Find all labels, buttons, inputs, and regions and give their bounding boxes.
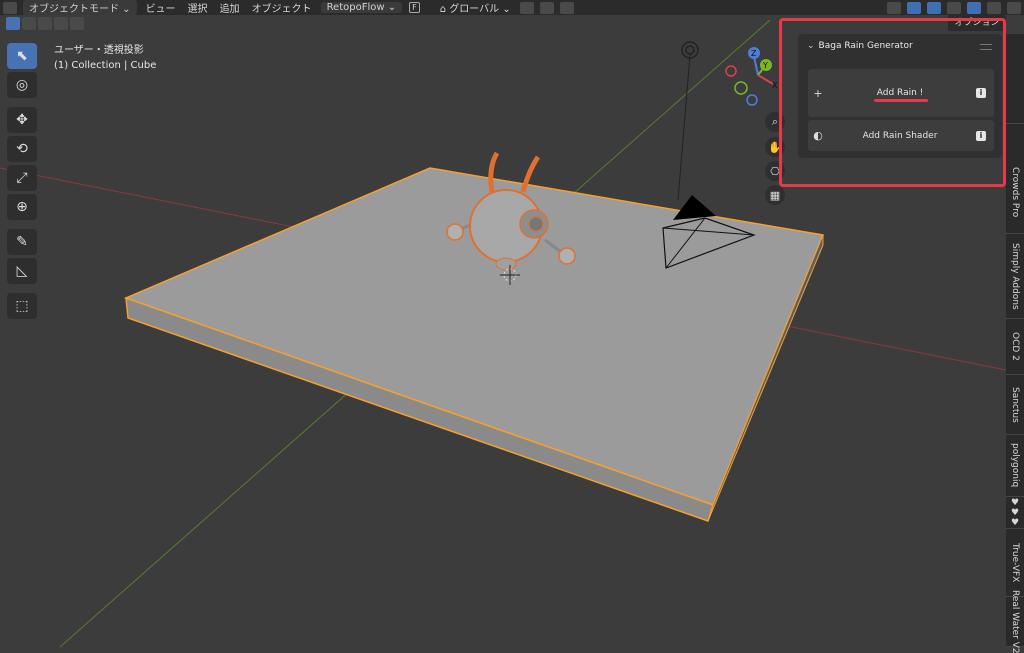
robot-hand-left bbox=[446, 223, 464, 241]
pivot-icon[interactable] bbox=[519, 1, 534, 14]
proportional-icon[interactable] bbox=[559, 1, 574, 14]
view-name: ユーザー・透視投影 bbox=[54, 45, 144, 56]
tab-simply-addons[interactable]: Simply Addons bbox=[1006, 234, 1024, 319]
mode-label: オブジェクトモード bbox=[29, 4, 119, 15]
xray-toggle-icon[interactable] bbox=[927, 1, 941, 14]
tab-true-vfx[interactable]: True-VFX bbox=[1006, 529, 1024, 597]
menu-add[interactable]: 追加 bbox=[214, 0, 246, 15]
tab-label: True-VFX bbox=[1010, 542, 1020, 583]
overlay-toggle-icon[interactable] bbox=[907, 1, 921, 14]
gizmo-z-label: Z bbox=[751, 49, 757, 58]
gizmo-neg-z-ball[interactable] bbox=[746, 94, 758, 106]
viewport-info: ユーザー・透視投影 (1) Collection | Cube bbox=[54, 43, 156, 73]
gizmo-y-label: Y bbox=[762, 61, 768, 70]
menu-select[interactable]: 選択 bbox=[182, 0, 214, 15]
toolbar-left: ⬉ ◎ ✥ ⟲ ⤢ ⊕ ✎ ◺ ⬚ bbox=[7, 43, 37, 322]
tab-real-water[interactable]: Real Water V2 bbox=[1006, 590, 1024, 653]
gizmo-x-line bbox=[757, 74, 774, 85]
tab-hearts[interactable]: ♥♥♥ bbox=[1006, 497, 1024, 529]
highlight-underline bbox=[874, 99, 928, 102]
shading-solid-icon[interactable] bbox=[967, 1, 981, 14]
robot-base bbox=[495, 257, 517, 271]
retopoflow-badge[interactable]: F bbox=[409, 2, 420, 13]
tab-label: Real Water V2 bbox=[1010, 589, 1020, 653]
transform-tool-icon[interactable]: ⊕ bbox=[7, 194, 37, 220]
camera-arrow bbox=[673, 195, 716, 220]
header-bar: オブジェクトモード ⌄ ビュー 選択 追加 オブジェクト RetopoFlow … bbox=[0, 0, 1024, 15]
cursor-tool-icon[interactable]: ◎ bbox=[7, 72, 37, 98]
move-tool-icon[interactable]: ✥ bbox=[7, 107, 37, 133]
snap-icon[interactable] bbox=[539, 1, 554, 14]
annotate-tool-icon[interactable]: ✎ bbox=[7, 229, 37, 255]
collection-info: (1) Collection | Cube bbox=[54, 60, 157, 71]
retopoflow-label: RetopoFlow bbox=[326, 2, 385, 13]
gizmo-z-line bbox=[753, 56, 759, 76]
tab-label: OCD 2 bbox=[1010, 332, 1020, 361]
highlight-frame bbox=[779, 18, 1006, 187]
gizmo-x-label: X bbox=[772, 81, 778, 90]
robot-eye bbox=[528, 216, 544, 232]
gizmo-toggle-icon[interactable] bbox=[887, 1, 901, 14]
orientation-label: グローバル bbox=[449, 4, 500, 15]
menu-view[interactable]: ビュー bbox=[140, 0, 182, 15]
orientation-dropdown[interactable]: ⌂ グローバル ⌄ bbox=[434, 0, 517, 15]
tab-crowds-pro[interactable]: Crowds Pro bbox=[1006, 152, 1024, 234]
measure-tool-icon[interactable]: ◺ bbox=[7, 258, 37, 284]
gizmo-neg-y-ball[interactable] bbox=[734, 81, 748, 95]
tab-label: Simply Addons bbox=[1010, 242, 1020, 310]
tab-unnamed[interactable] bbox=[1006, 34, 1024, 124]
mode-dropdown[interactable]: オブジェクトモード ⌄ bbox=[23, 0, 137, 15]
tab-sanctus[interactable]: Sanctus bbox=[1006, 375, 1024, 435]
tab-ocd2[interactable]: OCD 2 bbox=[1006, 319, 1024, 375]
robot-hand-right bbox=[558, 247, 576, 265]
shading-render-icon[interactable] bbox=[1007, 1, 1021, 14]
light-core bbox=[685, 45, 695, 55]
tab-label: polygoniq bbox=[1010, 443, 1020, 488]
menu-object[interactable]: オブジェクト bbox=[246, 0, 318, 15]
rotate-tool-icon[interactable]: ⟲ bbox=[7, 136, 37, 162]
ortho-grid-icon[interactable]: ▦ bbox=[765, 185, 785, 205]
scale-tool-icon[interactable]: ⤢ bbox=[7, 165, 37, 191]
shading-material-icon[interactable] bbox=[987, 1, 1001, 14]
shading-wire-icon[interactable] bbox=[947, 1, 961, 14]
tab-label: ♥♥♥ bbox=[1010, 497, 1020, 528]
gizmo-neg-x-ball[interactable] bbox=[725, 65, 737, 77]
retopoflow-dropdown[interactable]: RetopoFlow ⌄ bbox=[320, 2, 403, 13]
tab-polygoniq[interactable]: polygoniq bbox=[1006, 435, 1024, 497]
editor-type-icon[interactable] bbox=[3, 1, 17, 14]
light-stem bbox=[677, 54, 691, 201]
select-box-tool-icon[interactable]: ⬉ bbox=[7, 43, 37, 69]
sidebar-tabs: Crowds Pro Simply Addons OCD 2 Sanctus p… bbox=[1006, 34, 1024, 653]
tab-label: Crowds Pro bbox=[1010, 167, 1020, 218]
add-cube-tool-icon[interactable]: ⬚ bbox=[7, 293, 37, 319]
tab-label: Sanctus bbox=[1010, 386, 1020, 423]
